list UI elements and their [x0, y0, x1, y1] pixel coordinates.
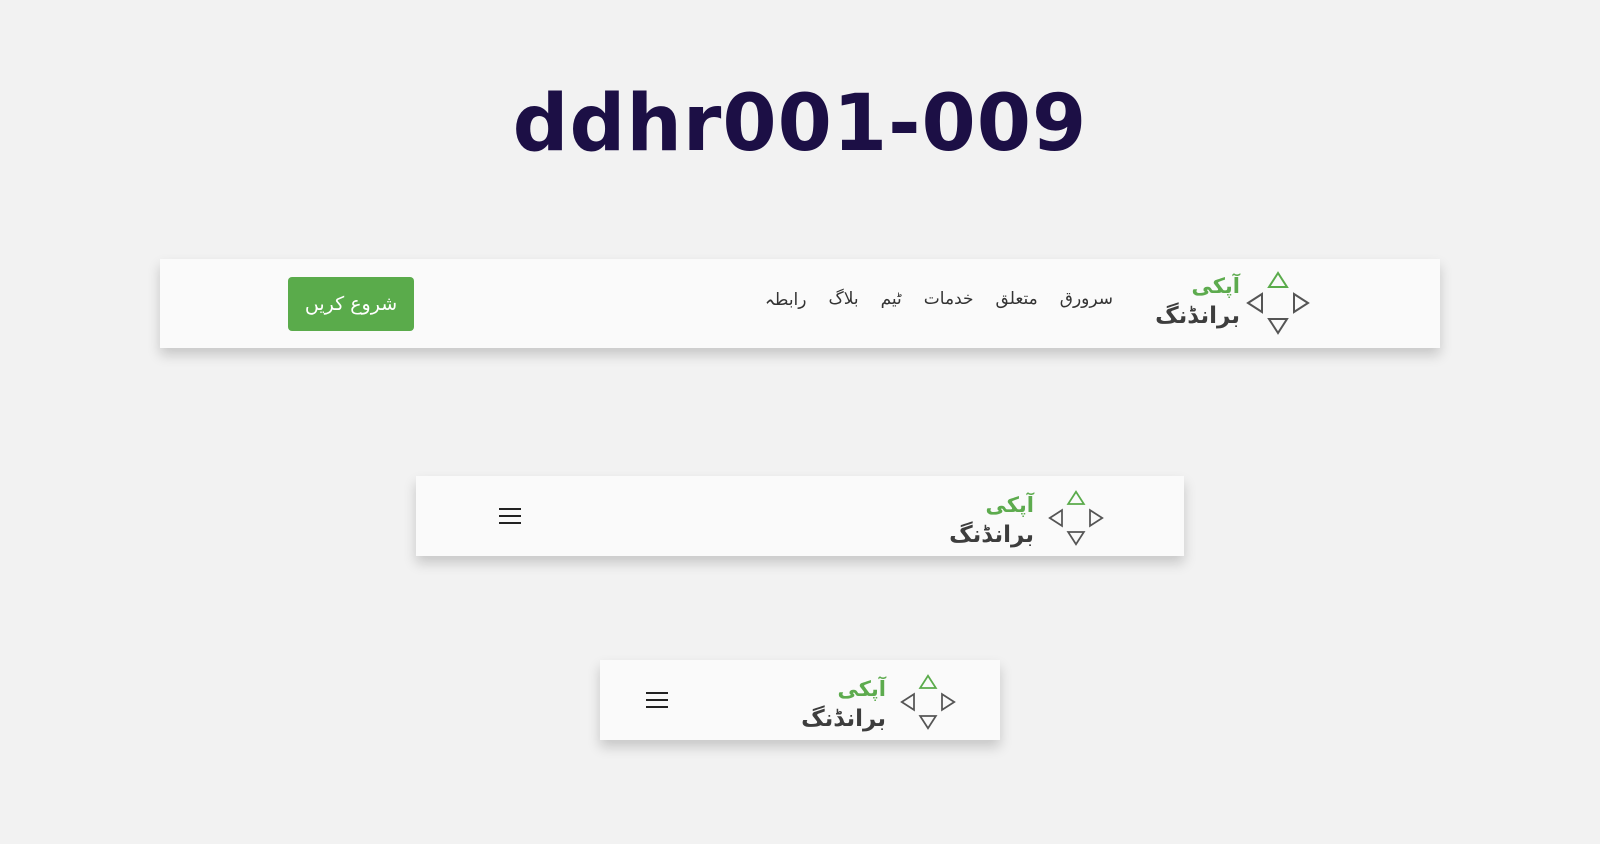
nav-links: سرورق متعلق خدمات ٹیم بلاگ رابطہ: [603, 289, 1113, 310]
get-started-button[interactable]: شروع کریں: [288, 277, 414, 331]
arrows-diamond-icon: [1246, 271, 1310, 335]
hamburger-menu-icon[interactable]: [646, 689, 670, 709]
brand-line-1: آپکی: [1191, 274, 1240, 298]
navbar-mobile: آپکی برانڈنگ: [600, 660, 1000, 740]
brand-line-2: برانڈنگ: [949, 522, 1034, 548]
arrows-diamond-icon: [1048, 490, 1104, 546]
nav-link-team[interactable]: ٹیم: [881, 289, 902, 310]
brand-logo-text: آپکی برانڈنگ: [949, 490, 1034, 550]
brand-line-2: برانڈنگ: [801, 706, 886, 732]
page-title: ddhr001-009: [512, 79, 1088, 169]
nav-link-services[interactable]: خدمات: [924, 289, 974, 310]
brand-logo[interactable]: آپکی برانڈنگ: [801, 674, 956, 738]
hamburger-menu-icon[interactable]: [499, 505, 523, 525]
nav-link-home[interactable]: سرورق: [1060, 289, 1113, 310]
navbar-desktop: آپکی برانڈنگ سرورق متعلق خدمات ٹیم بلاگ …: [160, 259, 1440, 348]
brand-logo[interactable]: آپکی برانڈنگ: [949, 490, 1104, 554]
brand-line-1: آپکی: [837, 677, 886, 701]
arrows-diamond-icon: [900, 674, 956, 730]
brand-logo-text: آپکی برانڈنگ: [801, 674, 886, 734]
brand-line-2: برانڈنگ: [1155, 303, 1240, 329]
brand-line-1: آپکی: [985, 493, 1034, 517]
brand-logo[interactable]: آپکی برانڈنگ: [1150, 271, 1310, 335]
nav-link-contact[interactable]: رابطہ: [765, 289, 807, 310]
navbar-tablet: آپکی برانڈنگ: [416, 476, 1184, 556]
nav-link-about[interactable]: متعلق: [996, 289, 1038, 310]
brand-logo-text: آپکی برانڈنگ: [1155, 271, 1240, 331]
nav-link-blog[interactable]: بلاگ: [829, 289, 859, 310]
